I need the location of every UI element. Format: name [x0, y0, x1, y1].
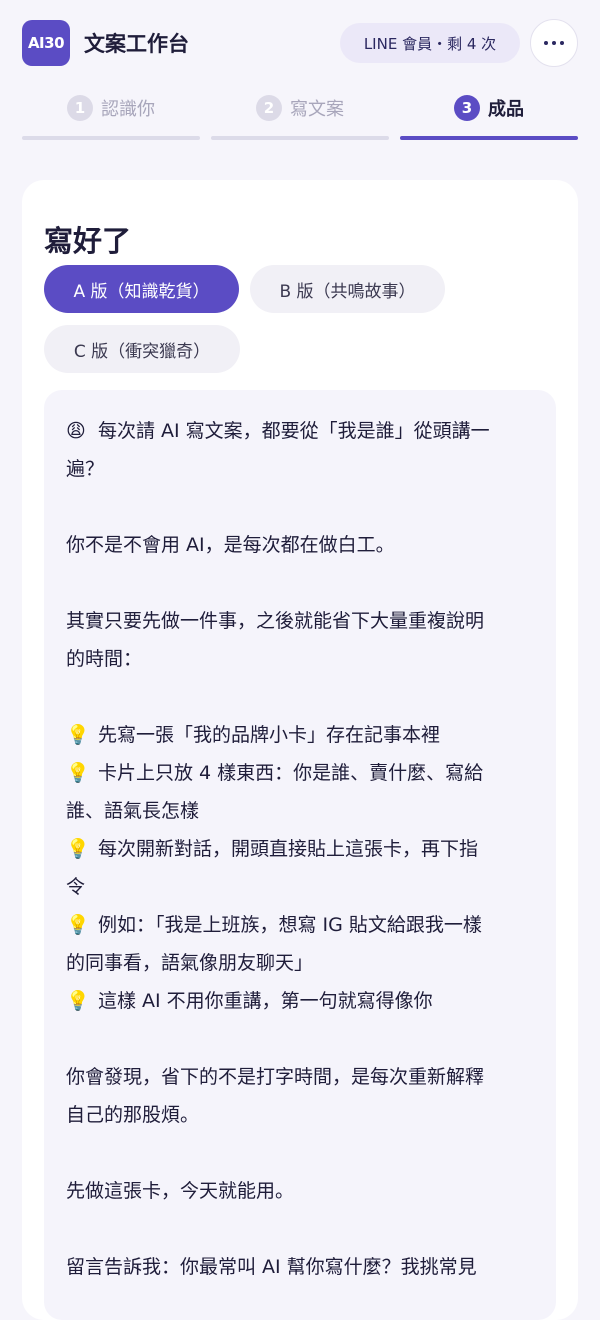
copy-line-text: 留言告訴我：你最常叫 AI 幫你寫什麼？我挑常見 [66, 1256, 477, 1278]
copy-line: 遍？ [66, 450, 536, 488]
app-logo: AI30 [22, 20, 70, 66]
copy-line-text: 你會發現，省下的不是打字時間，是每次重新解釋 [66, 1066, 485, 1088]
lightbulb-icon: 💡 [66, 990, 90, 1012]
copy-line-text: 先做這張卡，今天就能用。 [66, 1180, 295, 1202]
step-number-badge: 1 [67, 95, 93, 121]
version-tab-c[interactable]: C 版（衝突獵奇） [44, 325, 240, 373]
copy-line: 💡 每次開新對話，開頭直接貼上這張卡，再下指 [66, 830, 536, 868]
copy-line: 你不是不會用 AI，是每次都在做白工。 [66, 526, 536, 564]
step-1[interactable]: 1 認識你 [22, 86, 200, 140]
copy-line: 😩 每次請 AI 寫文案，都要從「我是誰」從頭講一 [66, 412, 536, 450]
copy-line [66, 488, 536, 526]
app-header: AI30 文案工作台 LINE 會員・剩 4 次 [0, 0, 600, 86]
lightbulb-icon: 💡 [66, 914, 90, 936]
step-label: 寫文案 [290, 99, 344, 120]
copy-line: 誰、語氣長怎樣 [66, 792, 536, 830]
generated-copy-text[interactable]: 😩 每次請 AI 寫文案，都要從「我是誰」從頭講一遍？ 你不是不會用 AI，是每次都… [44, 390, 556, 1320]
more-horizontal-icon [544, 41, 548, 45]
copy-line: 的同事看，語氣像朋友聊天」 [66, 944, 536, 982]
weary-face-icon: 😩 [66, 420, 86, 442]
copy-line: 自己的那股煩。 [66, 1096, 536, 1134]
copy-line [66, 1134, 536, 1172]
copy-line: 💡 卡片上只放 4 樣東西：你是誰、賣什麼、寫給 [66, 754, 536, 792]
lightbulb-icon: 💡 [66, 762, 90, 784]
copy-line [66, 678, 536, 716]
step-3[interactable]: 3 成品 [400, 86, 578, 140]
lightbulb-icon: 💡 [66, 724, 90, 746]
copy-line-text: 誰、語氣長怎樣 [66, 800, 200, 822]
copy-line-text: 其實只要先做一件事，之後就能省下大量重複說明 [66, 610, 485, 632]
copy-line: 💡 這樣 AI 不用你重講，第一句就寫得像你 [66, 982, 536, 1020]
copy-line-text: 遍？ [66, 458, 105, 480]
copy-line-text: 自己的那股煩。 [66, 1104, 200, 1126]
copy-line [66, 1210, 536, 1248]
step-label: 認識你 [101, 99, 155, 120]
step-number-badge: 3 [454, 95, 480, 121]
copy-line: 留言告訴我：你最常叫 AI 幫你寫什麼？我挑常見 [66, 1248, 536, 1286]
copy-line: 💡 先寫一張「我的品牌小卡」存在記事本裡 [66, 716, 536, 754]
copy-line-text: 每次請 AI 寫文案，都要從「我是誰」從頭講一 [98, 420, 490, 442]
copy-line: 你會發現，省下的不是打字時間，是每次重新解釋 [66, 1058, 536, 1096]
copy-line-text: 例如：「我是上班族，想寫 IG 貼文給跟我一樣 [98, 914, 482, 936]
result-title: 寫好了 [44, 224, 132, 258]
more-horizontal-icon [560, 41, 564, 45]
step-number-badge: 2 [256, 95, 282, 121]
copy-line: 的時間： [66, 640, 536, 678]
copy-line-text: 這樣 AI 不用你重講，第一句就寫得像你 [98, 990, 433, 1012]
member-quota-badge[interactable]: LINE 會員・剩 4 次 [340, 23, 520, 63]
more-horizontal-icon [552, 41, 556, 45]
lightbulb-icon: 💡 [66, 838, 90, 860]
result-card: 寫好了 A 版（知識乾貨） B 版（共鳴故事） C 版（衝突獵奇） 😩 每次請 A… [22, 180, 578, 1320]
copy-line [66, 564, 536, 602]
step-indicator: 1 認識你 2 寫文案 3 成品 [22, 86, 578, 142]
copy-line: 其實只要先做一件事，之後就能省下大量重複說明 [66, 602, 536, 640]
copy-line [66, 1020, 536, 1058]
copy-line-text: 你不是不會用 AI，是每次都在做白工。 [66, 534, 395, 556]
copy-line-text: 卡片上只放 4 樣東西：你是誰、賣什麼、寫給 [98, 762, 484, 784]
step-progress-bar [400, 136, 578, 140]
copy-line: 先做這張卡，今天就能用。 [66, 1172, 536, 1210]
step-progress-bar [211, 136, 389, 140]
copy-line: 💡 例如：「我是上班族，想寫 IG 貼文給跟我一樣 [66, 906, 536, 944]
copy-line: 令 [66, 868, 536, 906]
more-options-button[interactable] [530, 19, 578, 67]
app-title: 文案工作台 [84, 32, 189, 56]
version-tab-b[interactable]: B 版（共鳴故事） [250, 265, 445, 313]
copy-line-text: 的同事看，語氣像朋友聊天」 [66, 952, 314, 974]
step-progress-bar [22, 136, 200, 140]
step-2[interactable]: 2 寫文案 [211, 86, 389, 140]
copy-line-text: 每次開新對話，開頭直接貼上這張卡，再下指 [98, 838, 479, 860]
copy-line-text: 的時間： [66, 648, 143, 670]
copy-line-text: 令 [66, 876, 86, 898]
step-label: 成品 [488, 99, 524, 120]
version-tab-a[interactable]: A 版（知識乾貨） [44, 265, 239, 313]
copy-line-text: 先寫一張「我的品牌小卡」存在記事本裡 [98, 724, 441, 746]
